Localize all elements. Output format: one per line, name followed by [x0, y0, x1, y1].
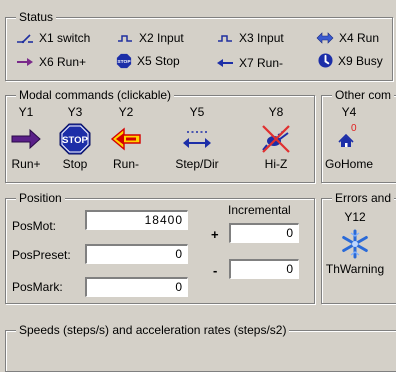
run-minus-label: Run-	[112, 157, 139, 171]
position-title: Position	[16, 191, 65, 205]
status-x2-input: X2 Input	[116, 31, 184, 45]
status-x7-label: X7 Run-	[239, 56, 284, 70]
busy-icon	[318, 53, 333, 68]
posmot-label: PosMot:	[12, 219, 57, 233]
status-x4-run: X4 Run	[316, 31, 379, 45]
go-home-label: GoHome	[324, 157, 374, 171]
errors-title: Errors and	[332, 191, 395, 205]
th-warning-button[interactable]: Y12 ThWarning	[322, 210, 388, 276]
hi-z-icon	[262, 125, 290, 153]
posmot-field[interactable]: 18400	[85, 210, 188, 230]
speeds-title: Speeds (steps/s) and acceleration rates …	[16, 323, 290, 337]
step-dir-label: Step/Dir	[175, 157, 219, 171]
svg-text:STOP: STOP	[62, 135, 88, 146]
other-commands-group: Other com Y4 0 GoHome	[321, 88, 396, 183]
minus-sign: -	[213, 263, 218, 278]
status-x4-label: X4 Run	[339, 31, 380, 45]
status-x2-label: X2 Input	[139, 31, 184, 45]
run-minus-code: Y2	[118, 105, 134, 119]
run-minus-icon	[217, 59, 233, 67]
hi-z-button[interactable]: Y8 Hi-Z	[256, 105, 296, 171]
arrow-right-icon	[11, 128, 41, 150]
incremental-label: Incremental	[228, 203, 291, 217]
svg-text:STOP: STOP	[117, 59, 131, 65]
posmark-label: PosMark:	[12, 280, 63, 294]
status-x9-label: X9 Busy	[338, 53, 383, 68]
stop-label: Stop	[62, 157, 88, 171]
hi-z-label: Hi-Z	[264, 157, 288, 171]
step-dir-button[interactable]: Y5 Step/Dir	[166, 105, 228, 171]
status-x1-switch: X1 switch	[16, 31, 90, 45]
go-home-button[interactable]: Y4 0 GoHome	[324, 105, 374, 171]
stop-icon: STOP	[116, 53, 131, 69]
incremental-minus-field[interactable]: 0	[229, 259, 299, 279]
status-x5-label: X5 Stop	[137, 54, 180, 68]
plus-sign: +	[211, 227, 219, 242]
posmark-field[interactable]: 0	[85, 277, 188, 297]
arrow-left-icon	[110, 127, 141, 151]
th-warning-label: ThWarning	[325, 262, 385, 276]
status-x6-label: X6 Run+	[39, 55, 87, 69]
stop-code: Y3	[67, 105, 83, 119]
run-plus-icon	[17, 58, 33, 66]
modal-commands-group: Modal commands (clickable) Y1 Run+ Y3 ST…	[5, 88, 315, 183]
go-home-code: Y4	[341, 105, 357, 119]
input-icon	[118, 35, 132, 42]
run-plus-label: Run+	[11, 157, 41, 171]
switch-icon	[17, 34, 33, 44]
run-plus-button[interactable]: Y1 Run+	[8, 105, 44, 171]
pospreset-label: PosPreset:	[12, 248, 71, 262]
snowflake-icon	[342, 229, 368, 259]
home-badge: 0	[351, 123, 357, 134]
status-x3-label: X3 Input	[239, 31, 284, 45]
position-group: Position PosMot: 18400 PosPreset: 0 PosM…	[5, 191, 315, 304]
status-x5-stop: STOP X5 Stop	[116, 53, 180, 69]
run-plus-code: Y1	[18, 105, 34, 119]
errors-group: Errors and Y12 ThWarning	[321, 191, 396, 304]
run-minus-button[interactable]: Y2 Run-	[106, 105, 146, 171]
run-icon	[316, 32, 334, 44]
speeds-group: Speeds (steps/s) and acceleration rates …	[5, 323, 396, 372]
th-warning-code: Y12	[344, 210, 366, 224]
status-x1-label: X1 switch	[39, 31, 91, 45]
modal-commands-title: Modal commands (clickable)	[16, 88, 175, 102]
status-x6-run-plus: X6 Run+	[16, 55, 86, 69]
step-dir-icon	[183, 131, 211, 148]
other-commands-title: Other com	[332, 88, 395, 102]
status-x9-busy: X9 Busy	[318, 53, 383, 68]
input-icon	[218, 35, 232, 42]
incremental-plus-field[interactable]: 0	[229, 223, 299, 243]
status-title: Status	[16, 10, 57, 24]
stop-button[interactable]: Y3 STOP Stop	[56, 105, 94, 171]
status-x7-run-minus: X7 Run-	[216, 56, 283, 70]
step-dir-code: Y5	[189, 105, 205, 119]
status-x3-input: X3 Input	[216, 31, 284, 45]
pospreset-field[interactable]: 0	[85, 244, 188, 264]
home-icon	[338, 133, 354, 147]
stop-sign-icon: STOP	[59, 123, 91, 155]
status-group: Status X1 switch X2 Input X3 Input X4 Ru…	[5, 10, 393, 81]
hi-z-code: Y8	[268, 105, 284, 119]
